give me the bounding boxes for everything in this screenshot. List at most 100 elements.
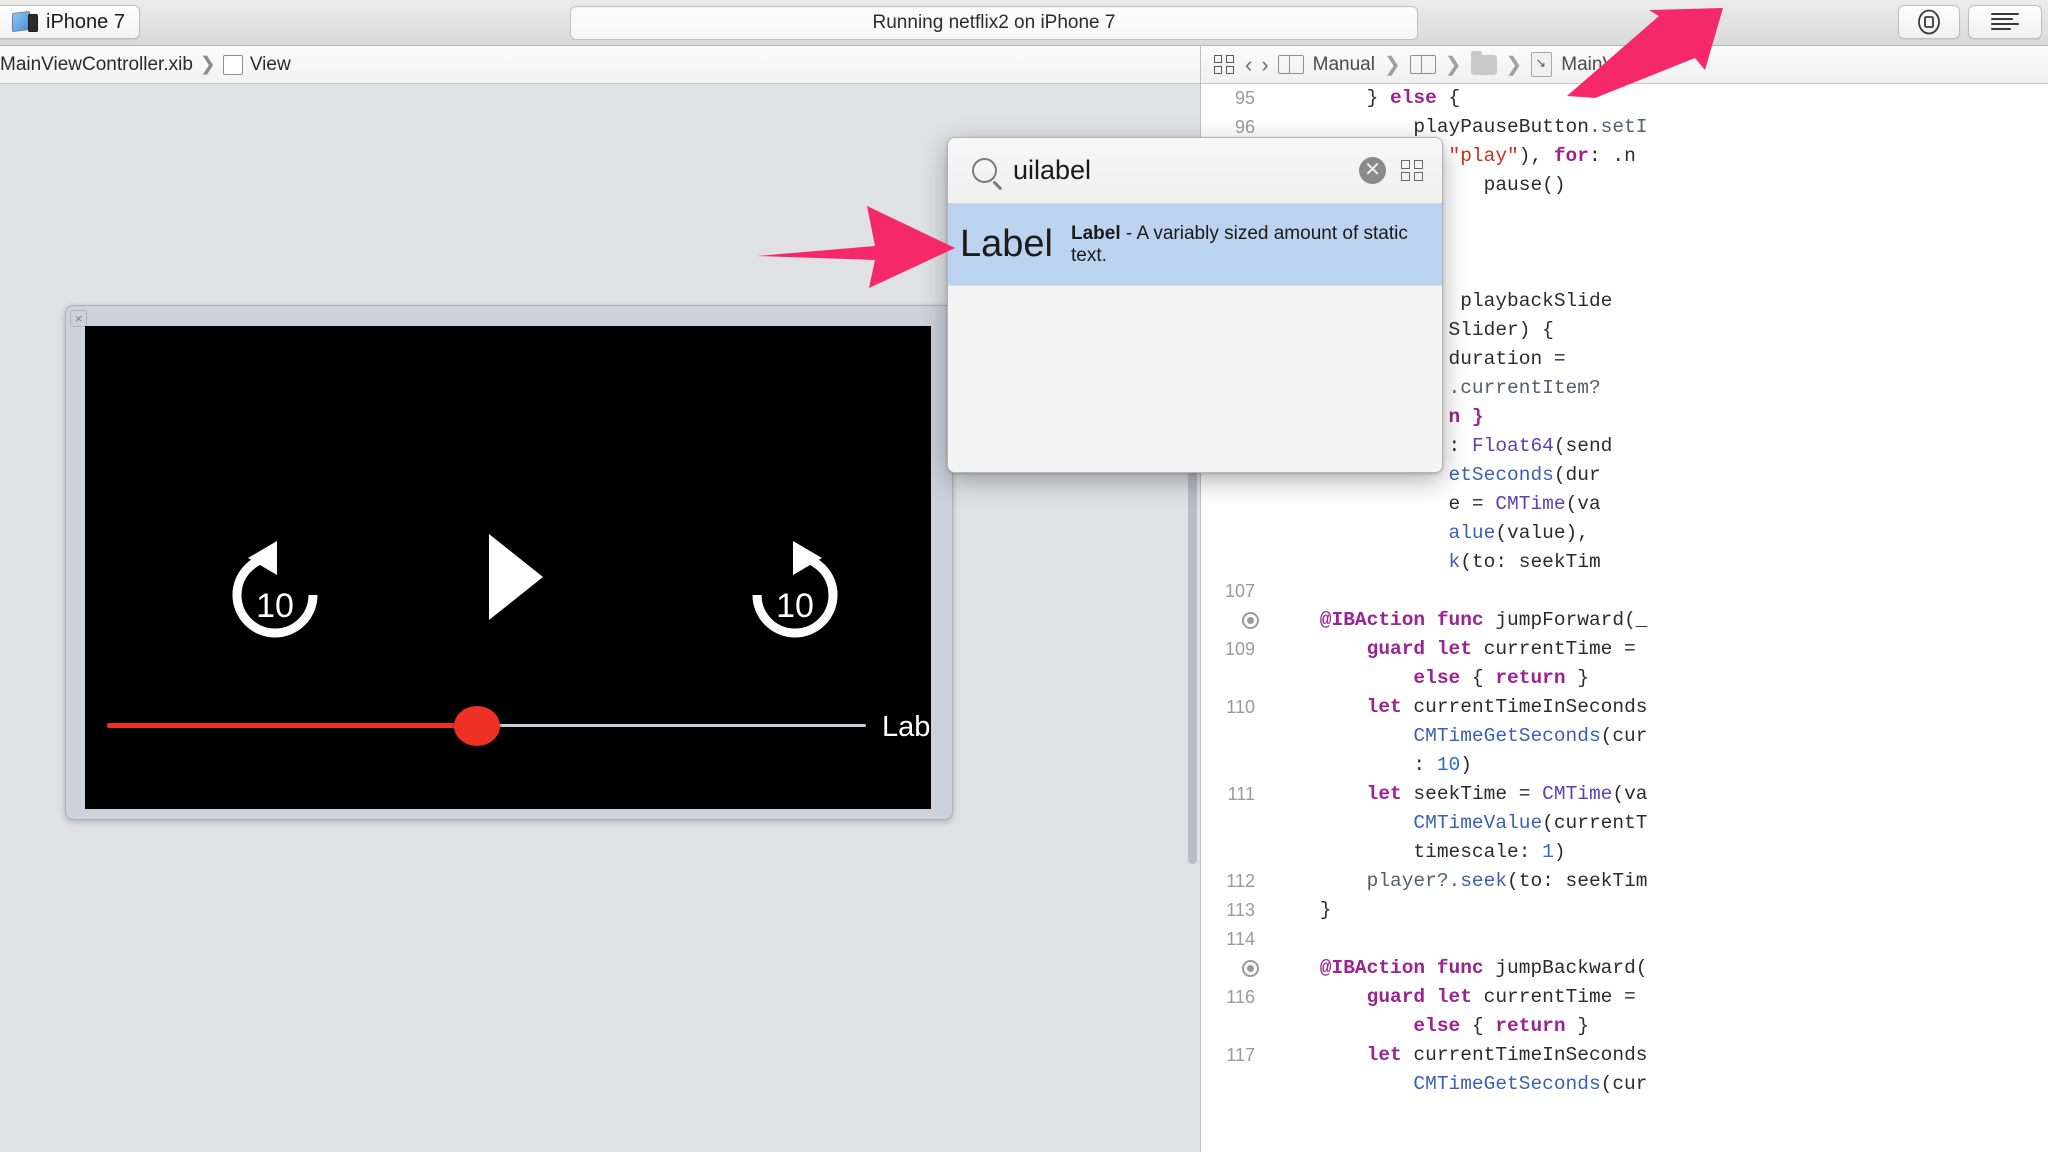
code-line: alue(value), — [1201, 519, 2048, 548]
line-number: 112 — [1226, 871, 1255, 891]
code-text: guard let currentTime = — [1273, 638, 1648, 660]
library-search-bar[interactable]: uilabel ✕ — [948, 138, 1442, 204]
code-line: 114 — [1201, 925, 2048, 954]
line-number — [1201, 1012, 1273, 1041]
canvas-jump-bar: MainViewController.xib ❯ View — [0, 46, 1200, 84]
object-library-popover[interactable]: uilabel ✕ Label Label - A variably sized … — [947, 137, 1443, 473]
library-panel-icon — [1918, 9, 1940, 35]
time-label: Label — [882, 711, 931, 743]
code-text: guard let currentTime = — [1273, 986, 1648, 1008]
code-line: k(to: seekTim — [1201, 548, 2048, 577]
line-number — [1201, 548, 1273, 577]
rewind-10-icon[interactable]: 10 — [220, 539, 330, 651]
code-line: 117 let currentTimeInSeconds — [1201, 1041, 2048, 1070]
main-toolbar: iPhone 7 Running netflix2 on iPhone 7 — [0, 0, 2048, 46]
search-input[interactable]: uilabel — [1013, 155, 1359, 186]
search-icon — [972, 158, 997, 183]
code-line: 112 player?.seek(to: seekTim — [1201, 867, 2048, 896]
code-text: let currentTimeInSeconds — [1273, 696, 1648, 718]
device-screen[interactable]: 10 10 Lab — [85, 326, 931, 809]
clear-icon[interactable]: ✕ — [1359, 157, 1386, 184]
code-text: CMTimeGetSeconds(cur — [1273, 1073, 1648, 1095]
breakpoint-icon[interactable] — [1201, 954, 1273, 983]
code-line: else { return } — [1201, 1012, 2048, 1041]
code-text: timescale: 1) — [1273, 841, 1566, 863]
slider-thumb[interactable] — [454, 706, 500, 746]
forward-10-icon[interactable]: 10 — [740, 539, 850, 651]
breadcrumb-manual[interactable]: Manual — [1313, 54, 1375, 76]
device-frame[interactable]: × 10 10 Lab — [65, 305, 953, 820]
code-line: 109 guard let currentTime = — [1201, 635, 2048, 664]
breadcrumb-separator-2: ❯ — [1444, 54, 1462, 76]
line-number: 114 — [1226, 929, 1255, 949]
grid-view-icon[interactable] — [1401, 159, 1425, 182]
code-text: e = CMTime(va — [1273, 493, 1601, 515]
code-text: CMTimeGetSeconds(cur — [1273, 725, 1648, 747]
code-text: : 10) — [1273, 754, 1472, 776]
code-line: @IBAction func jumpBackward( — [1201, 954, 2048, 983]
activity-status-text: Running netflix2 on iPhone 7 — [872, 12, 1116, 33]
inspector-button[interactable] — [1968, 5, 2042, 39]
svg-text:10: 10 — [256, 587, 294, 625]
line-number: 95 — [1234, 88, 1255, 108]
close-icon[interactable]: × — [70, 310, 87, 327]
code-line: CMTimeValue(currentT — [1201, 809, 2048, 838]
svg-text:10: 10 — [776, 587, 814, 625]
scheme-device-label: iPhone 7 — [46, 10, 125, 33]
line-number: 109 — [1224, 639, 1255, 659]
line-number — [1201, 809, 1273, 838]
code-line: CMTimeGetSeconds(cur — [1201, 722, 2048, 751]
toolbar-right-buttons — [1898, 5, 2042, 39]
code-line: CMTimeGetSeconds(cur — [1201, 1070, 2048, 1099]
line-number — [1201, 838, 1273, 867]
line-number — [1201, 664, 1273, 693]
code-line: 107 — [1201, 577, 2048, 606]
code-text: alue(value), — [1273, 522, 1589, 544]
slider-filled-track — [107, 723, 477, 728]
breadcrumb-separator-1: ❯ — [1383, 54, 1401, 76]
scheme-selector[interactable]: iPhone 7 — [0, 5, 140, 39]
code-line: e = CMTime(va — [1201, 490, 2048, 519]
code-text: } — [1273, 899, 1332, 921]
library-button[interactable] — [1898, 5, 1960, 39]
simulator-icon — [12, 10, 38, 33]
line-number — [1201, 1070, 1273, 1099]
library-item[interactable]: Label Label - A variably sized amount of … — [948, 204, 1442, 286]
slider-remaining-track — [477, 724, 866, 727]
library-item-description: Label - A variably sized amount of stati… — [1070, 222, 1408, 266]
breakpoint-icon[interactable] — [1201, 606, 1273, 635]
code-line: 116 guard let currentTime = — [1201, 983, 2048, 1012]
code-line: timescale: 1) — [1201, 838, 2048, 867]
swift-file-icon — [1531, 52, 1553, 77]
breadcrumb-file[interactable]: MainViewController.xib — [0, 54, 193, 76]
code-line: 110 let currentTimeInSeconds — [1201, 693, 2048, 722]
code-text: player?.seek(to: seekTim — [1273, 870, 1648, 892]
folder-icon — [1470, 50, 1497, 75]
line-number: 107 — [1224, 581, 1255, 601]
play-icon[interactable] — [485, 531, 547, 623]
code-text: } else { — [1273, 87, 1461, 109]
related-items-icon[interactable] — [1214, 54, 1236, 75]
assistant-editor-icon — [1277, 55, 1304, 74]
line-number — [1201, 751, 1273, 780]
library-results-list[interactable]: Label Label - A variably sized amount of … — [948, 204, 1442, 472]
code-text: @IBAction func jumpBackward( — [1273, 957, 1648, 979]
code-text: else { return } — [1273, 1015, 1589, 1037]
line-number — [1201, 490, 1273, 519]
line-number: 117 — [1226, 1045, 1255, 1065]
library-item-preview: Label — [960, 223, 1053, 265]
code-text: k(to: seekTim — [1273, 551, 1601, 573]
breadcrumb-separator-3: ❯ — [1505, 54, 1523, 76]
breadcrumb-separator: ❯ — [199, 54, 216, 75]
breadcrumb-file[interactable]: MainViewC — [1561, 54, 1657, 76]
activity-status-field: Running netflix2 on iPhone 7 — [570, 6, 1418, 40]
playback-slider-row[interactable]: Label — [107, 706, 931, 746]
breadcrumb-object[interactable]: View — [250, 54, 291, 76]
code-line: : 10) — [1201, 751, 2048, 780]
code-text: CMTimeValue(currentT — [1273, 812, 1648, 834]
navigate-back-icon[interactable]: ‹ — [1245, 52, 1252, 78]
navigate-forward-icon[interactable]: › — [1261, 52, 1268, 78]
library-item-title: Label — [1070, 222, 1121, 244]
